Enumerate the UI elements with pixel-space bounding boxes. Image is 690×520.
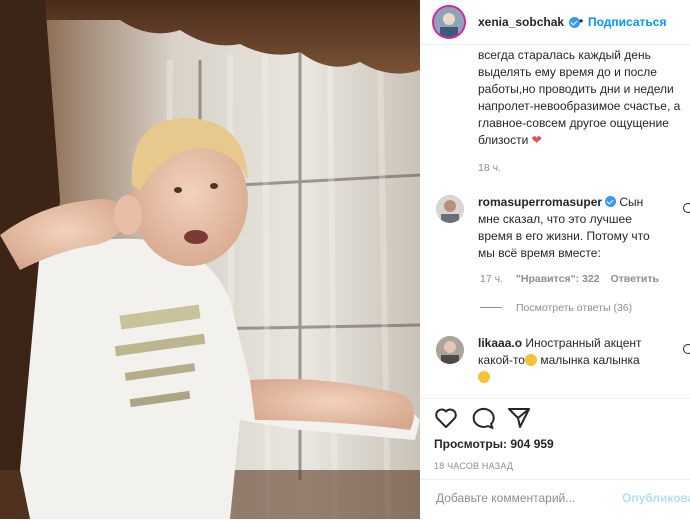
follow-button[interactable]: Подписаться: [588, 15, 666, 29]
comment-time: 17 ч.: [480, 273, 503, 285]
heart-icon[interactable]: [434, 407, 458, 434]
author-avatar[interactable]: [432, 5, 466, 39]
publish-button[interactable]: Опубликовать: [622, 491, 690, 505]
comment-input[interactable]: [434, 490, 618, 506]
view-replies-button[interactable]: Посмотреть ответы (36): [516, 302, 632, 314]
post-video[interactable]: [0, 0, 420, 519]
caption-line: главное-совсем другое ощущение: [478, 116, 669, 130]
author-username[interactable]: xenia_sobchak: [478, 15, 564, 29]
comment-text: время в его жизни. Потому что: [478, 229, 650, 243]
reply-button[interactable]: Ответить: [610, 273, 659, 285]
comment-icon[interactable]: [471, 407, 495, 434]
caption-line: всегда старалась каждый день: [478, 48, 651, 62]
comment-text: какой-то: [478, 353, 525, 367]
caption-line: выделять ему время до и после: [478, 65, 657, 79]
post-sidebar: xenia_sobchak • Подписаться всегда стара…: [420, 0, 690, 519]
commenter-username[interactable]: romasuperromasuper: [478, 195, 602, 209]
add-comment-bar: Опубликовать: [420, 479, 690, 520]
comment-text: малынка калынка: [540, 353, 640, 367]
video-frame: [0, 0, 420, 519]
commenter-username[interactable]: likaaa.o: [478, 336, 522, 350]
views-count: Просмотры: 904 959: [434, 437, 554, 451]
share-icon[interactable]: [507, 407, 531, 434]
verified-icon: [605, 196, 617, 207]
caption-line: напролет-невообразимое счастье, а: [478, 99, 681, 113]
post-header: xenia_sobchak • Подписаться: [420, 0, 690, 45]
comments-list[interactable]: всегда старалась каждый день выделять ем…: [420, 45, 690, 398]
caption-line: близости: [478, 133, 529, 147]
replies-divider: [480, 307, 502, 308]
caption-time: 18 ч.: [478, 162, 501, 174]
post-time-ago: 18 ЧАСОВ НАЗАД: [434, 461, 514, 471]
comment-likes[interactable]: "Нравится": 322: [516, 273, 600, 285]
comment-text: Иностранный акцент: [525, 336, 642, 350]
commenter-avatar[interactable]: [436, 195, 464, 223]
post-actions: Просмотры: 904 959 18 ЧАСОВ НАЗАД Опубли…: [420, 398, 690, 519]
caption-line: работы,но проводить дни и недели: [478, 82, 674, 96]
comment-like-icon[interactable]: [683, 344, 690, 354]
comment-like-icon[interactable]: [683, 203, 690, 213]
heart-emoji-icon: ❤: [531, 133, 542, 147]
tongue-emoji-icon: [478, 371, 490, 383]
separator-dot: •: [579, 14, 584, 28]
laughing-emoji-icon: [524, 354, 537, 366]
comment-text: Сын: [619, 195, 644, 209]
comment-text: мне сказал, что это лучшее: [478, 212, 632, 226]
commenter-avatar[interactable]: [436, 336, 464, 364]
comment-text: мы всё время вместе:: [478, 246, 601, 260]
